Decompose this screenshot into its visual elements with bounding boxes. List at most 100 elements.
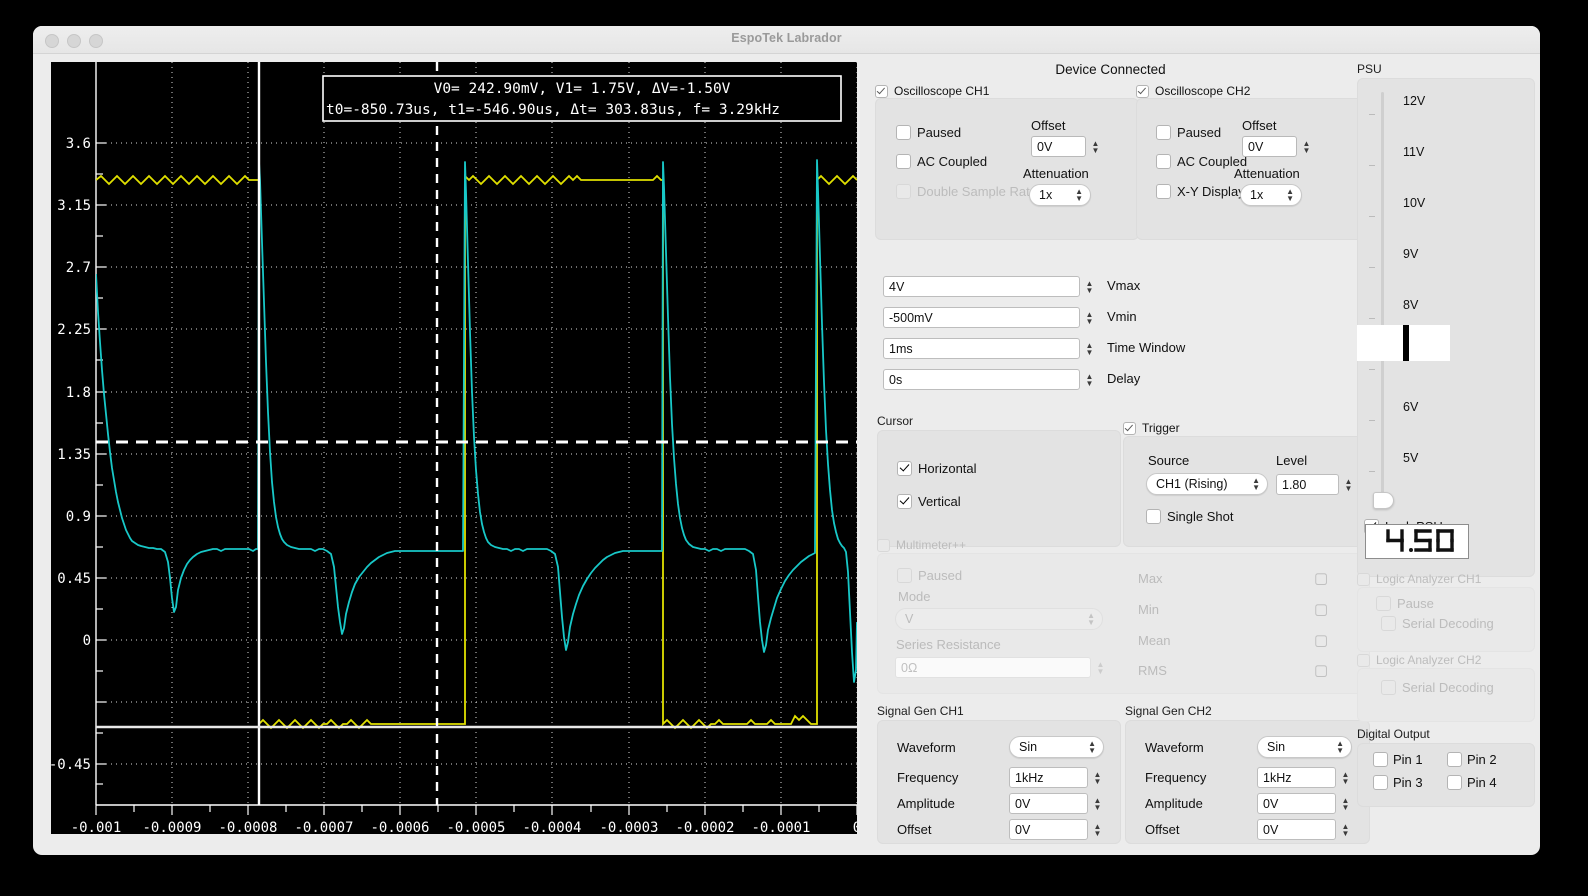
right-column: PSU 12V11V10V9V8V7V6V5V Lock PSU xyxy=(1353,62,1535,842)
vmin-field[interactable]: -500mV xyxy=(883,307,1080,328)
siggen-ch2-frequency-value: 1kHz xyxy=(1263,770,1292,785)
delay-value: 0s xyxy=(889,372,903,387)
pin1-checkbox[interactable] xyxy=(1373,752,1388,767)
oscilloscope-plot[interactable]: V0= 242.90mV, V1= 1.75V, ΔV=-1.50V t0=-8… xyxy=(51,62,857,834)
ch1-double-sample-label: Double Sample Rate xyxy=(917,184,1037,199)
siggen-ch1-waveform-select[interactable]: Sin ▲ ▼ xyxy=(1009,736,1104,758)
cursor-horizontal-checkbox[interactable] xyxy=(897,461,912,476)
oscilloscope-ch1-enable[interactable]: Oscilloscope CH1 xyxy=(875,84,989,98)
siggen-ch2-frequency-field[interactable]: 1kHz xyxy=(1257,767,1336,788)
ch1-attenuation-select[interactable]: 1x ▲ ▼ xyxy=(1029,184,1091,206)
multimeter-enable-row: Multimeter++ xyxy=(877,538,966,552)
psu-tick xyxy=(1369,114,1375,115)
ch2-paused-checkbox[interactable] xyxy=(1156,125,1171,140)
logic-ch1-enable-checkbox xyxy=(1357,572,1370,586)
logic-ch2-serial-label: Serial Decoding xyxy=(1402,680,1494,695)
ch2-offset-field[interactable]: 0V xyxy=(1242,136,1297,157)
trigger-source-select[interactable]: CH1 (Rising) ▲ ▼ xyxy=(1146,473,1268,495)
time-window-stepper[interactable]: ▲ ▼ xyxy=(1083,338,1096,360)
multimeter-paused-checkbox xyxy=(897,568,912,583)
siggen-ch2-amplitude-stepper[interactable]: ▲ ▼ xyxy=(1339,793,1352,815)
ch2-paused-row[interactable]: Paused xyxy=(1156,125,1221,140)
y-tick-label: -0.45 xyxy=(51,757,91,773)
ch1-paused-row[interactable]: Paused xyxy=(896,125,961,140)
ch1-ac-coupled-row[interactable]: AC Coupled xyxy=(896,154,987,169)
vmax-stepper[interactable]: ▲ ▼ xyxy=(1083,276,1096,298)
pin4-checkbox[interactable] xyxy=(1447,775,1462,790)
digital-output-pin2-row[interactable]: Pin 2 xyxy=(1447,752,1497,767)
y-tick-label: 1.35 xyxy=(57,447,91,463)
ch2-offset-stepper[interactable]: ▲ ▼ xyxy=(1300,136,1313,158)
ch2-offset-label: Offset xyxy=(1242,118,1277,133)
trigger-single-shot-row[interactable]: Single Shot xyxy=(1146,509,1234,524)
cursor-vertical-checkbox[interactable] xyxy=(897,494,912,509)
multimeter-mean-label: Mean xyxy=(1138,633,1171,648)
ch1-ac-coupled-checkbox[interactable] xyxy=(896,154,911,169)
cursor-horizontal-row[interactable]: Horizontal xyxy=(897,461,977,476)
psu-voltage-slider[interactable] xyxy=(1369,92,1394,509)
delay-field[interactable]: 0s xyxy=(883,369,1080,390)
multimeter-group-label: Multimeter++ xyxy=(896,538,967,552)
siggen-ch2-amplitude-field[interactable]: 0V xyxy=(1257,793,1336,814)
app-window: EspoTek Labrador V0= 242.90mV, V1= 1.75V… xyxy=(33,26,1540,855)
x-tick-label: -0.0004 xyxy=(522,820,581,834)
ch2-enable-checkbox[interactable] xyxy=(1136,84,1149,98)
oscilloscope-ch2-enable[interactable]: Oscilloscope CH2 xyxy=(1136,84,1250,98)
ch1-double-sample-checkbox xyxy=(896,184,911,199)
ch1-offset-value: 0V xyxy=(1037,139,1053,154)
siggen-ch2-offset-stepper[interactable]: ▲ ▼ xyxy=(1339,819,1352,841)
multimeter-enable-checkbox xyxy=(877,538,890,552)
trigger-level-label: Level xyxy=(1276,453,1308,468)
multimeter-series-resistance-value: 0Ω xyxy=(901,660,918,675)
pin3-checkbox[interactable] xyxy=(1373,775,1388,790)
vmin-value: -500mV xyxy=(889,310,933,325)
psu-slider-handle[interactable] xyxy=(1373,492,1394,509)
cursor-vertical-row[interactable]: Vertical xyxy=(897,494,961,509)
siggen-ch1-amplitude-label: Amplitude xyxy=(897,796,955,811)
logic-ch2-serial-row: Serial Decoding xyxy=(1381,680,1494,695)
cursor-readout-line1: V0= 242.90mV, V1= 1.75V, ΔV=-1.50V xyxy=(434,81,731,97)
ch1-paused-checkbox[interactable] xyxy=(896,125,911,140)
y-tick-label: 0.45 xyxy=(57,571,91,587)
siggen-ch1-offset-stepper[interactable]: ▲ ▼ xyxy=(1091,819,1104,841)
x-tick-label: 0 xyxy=(853,820,857,834)
trigger-single-shot-checkbox[interactable] xyxy=(1146,509,1161,524)
siggen-ch1-frequency-stepper[interactable]: ▲ ▼ xyxy=(1091,767,1104,789)
time-window-label: Time Window xyxy=(1107,340,1186,355)
siggen-ch1-amplitude-stepper[interactable]: ▲ ▼ xyxy=(1091,793,1104,815)
vmin-stepper[interactable]: ▲ ▼ xyxy=(1083,307,1096,329)
siggen-ch1-frequency-field[interactable]: 1kHz xyxy=(1009,767,1088,788)
vmax-field[interactable]: 4V xyxy=(883,276,1080,297)
siggen-ch2-waveform-value: Sin xyxy=(1267,740,1286,754)
ch2-xy-display-checkbox[interactable] xyxy=(1156,184,1171,199)
ch1-enable-checkbox[interactable] xyxy=(875,84,888,98)
vmax-label: Vmax xyxy=(1107,278,1141,293)
multimeter-paused-row: Paused xyxy=(897,568,962,583)
ch2-attenuation-select[interactable]: 1x ▲ ▼ xyxy=(1240,184,1302,206)
ch1-offset-label: Offset xyxy=(1031,118,1066,133)
siggen-ch1-offset-field[interactable]: 0V xyxy=(1009,819,1088,840)
time-window-field[interactable]: 1ms xyxy=(883,338,1080,359)
trigger-level-field[interactable]: 1.80 xyxy=(1276,474,1339,495)
ch1-offset-field[interactable]: 0V xyxy=(1031,136,1086,157)
psu-tick xyxy=(1369,165,1375,166)
pin2-checkbox[interactable] xyxy=(1447,752,1462,767)
ch1-offset-stepper[interactable]: ▲ ▼ xyxy=(1089,136,1102,158)
digital-output-pin3-row[interactable]: Pin 3 xyxy=(1373,775,1423,790)
ch2-xy-display-row[interactable]: X-Y Display xyxy=(1156,184,1245,199)
digital-output-pin4-row[interactable]: Pin 4 xyxy=(1447,775,1497,790)
ch2-ac-coupled-checkbox[interactable] xyxy=(1156,154,1171,169)
siggen-ch2-waveform-select[interactable]: Sin ▲ ▼ xyxy=(1257,736,1352,758)
siggen-ch2-amplitude-label: Amplitude xyxy=(1145,796,1203,811)
delay-stepper[interactable]: ▲ ▼ xyxy=(1083,369,1096,391)
multimeter-rms-label: RMS xyxy=(1138,663,1167,678)
psu-seven-segment xyxy=(1386,529,1454,552)
trigger-enable-checkbox[interactable] xyxy=(1123,421,1136,435)
siggen-ch2-offset-field[interactable]: 0V xyxy=(1257,819,1336,840)
digital-output-pin1-row[interactable]: Pin 1 xyxy=(1373,752,1423,767)
siggen-ch2-frequency-stepper[interactable]: ▲ ▼ xyxy=(1339,767,1352,789)
multimeter-mode-value: V xyxy=(905,612,914,626)
siggen-ch1-amplitude-field[interactable]: 0V xyxy=(1009,793,1088,814)
trigger-enable-row[interactable]: Trigger xyxy=(1123,421,1180,435)
pin3-label: Pin 3 xyxy=(1393,775,1423,790)
